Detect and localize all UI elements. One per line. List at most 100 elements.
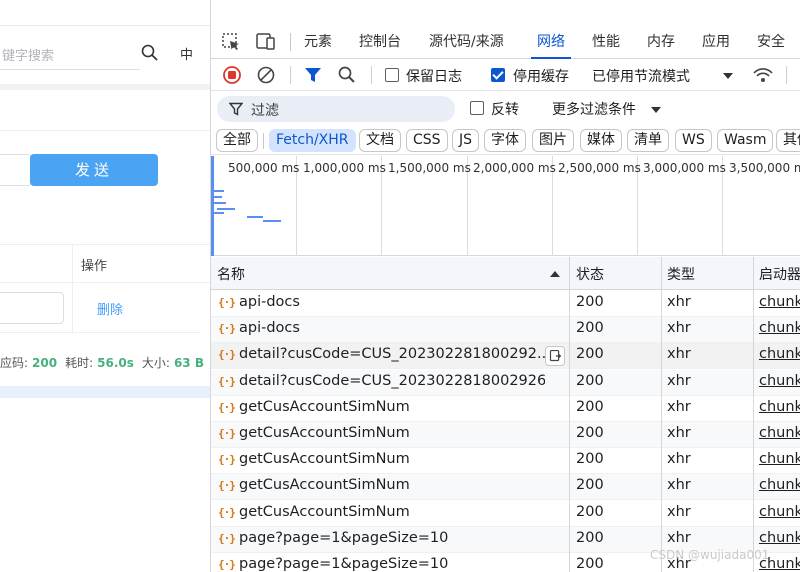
xhr-braces-icon: {·} [218,427,236,440]
search-input[interactable]: 键字搜索 [0,40,140,70]
send-button[interactable]: 发送 [30,154,158,186]
request-url-input[interactable] [0,154,32,186]
watermark: CSDN @wujiada001 [650,548,770,562]
tab-application[interactable]: 应用 [702,25,730,59]
timeline-overview[interactable]: 500,000 ms 1,000,000 ms 1,500,000 ms 2,0… [211,156,800,256]
record-stop-icon[interactable] [222,65,242,85]
status-code-label: 应码: [0,356,29,370]
search-icon[interactable] [140,43,160,63]
type-filter-manifest[interactable]: 清单 [627,129,669,152]
request-initiator[interactable]: chunk [759,425,800,441]
column-header-initiator[interactable]: 启动器 [759,264,800,284]
request-row[interactable]: {·} getCusAccountSimNum 200 xhr chunk [211,422,800,448]
tab-network[interactable]: 网络 [531,25,571,59]
request-type: xhr [667,425,691,441]
column-divider [569,257,570,572]
timeline-tick-label: 500,000 ms [228,161,300,175]
device-toolbar-icon[interactable] [255,32,277,52]
xhr-braces-icon: {·} [218,322,236,336]
request-initiator[interactable]: chunk [759,399,800,415]
type-filter-fetch-xhr[interactable]: Fetch/XHR [269,129,356,152]
throttling-select[interactable]: 已停用节流模式 [592,66,690,86]
type-filter-all[interactable]: 全部 [216,129,258,152]
section-divider [0,84,210,90]
invert-checkbox[interactable] [470,101,484,115]
xhr-braces-icon: {·} [218,348,236,362]
request-status: 200 [576,529,604,546]
timeline-request-bar [217,208,235,210]
network-conditions-icon[interactable] [752,65,774,85]
type-filter-js[interactable]: JS [452,129,480,152]
request-row[interactable]: {·} api-docs 200 xhr chunk [211,317,800,344]
tab-security[interactable]: 安全 [757,25,785,59]
column-header-status[interactable]: 状态 [576,264,604,284]
request-initiator[interactable]: chunk [759,530,800,546]
param-value-input[interactable] [0,292,64,324]
type-filter-other[interactable]: 其他 [776,129,800,152]
filter-funnel-icon[interactable] [304,66,322,84]
timeline-selection-handle[interactable] [211,156,214,256]
disable-cache-checkbox[interactable] [491,68,505,82]
preserve-log-checkbox[interactable] [385,68,399,82]
request-name: api-docs [239,320,300,337]
type-filter-media[interactable]: 媒体 [580,129,622,152]
request-initiator[interactable]: chunk [759,294,800,310]
request-status: 200 [576,398,604,415]
devtools-tab-bar: 元素 控制台 源代码/来源 网络 性能 内存 应用 安全 [211,25,800,59]
tab-console[interactable]: 控制台 [359,25,401,59]
request-initiator[interactable]: chunk [759,320,800,336]
type-filter-img[interactable]: 图片 [532,129,574,152]
left-app-pane: 键字搜索 中 发送 操作 删除 应码: 200 耗时: 56.0s 大小: 63 B [0,0,210,572]
request-initiator[interactable]: chunk [759,346,800,362]
type-filter-css[interactable]: CSS [406,129,448,152]
request-status: 200 [576,320,604,337]
request-row[interactable]: {·} detail?cusCode=CUS_20230228180029264 2… [211,369,800,396]
timeline-request-bar [214,212,224,214]
filter-input[interactable]: 过滤 [217,96,455,122]
request-row[interactable]: {·} getCusAccountSimNum 200 xhr chunk [211,474,800,501]
search-icon[interactable] [337,65,357,85]
timeline-request-bar [214,196,222,198]
network-toolbar: 保留日志 停用缓存 已停用节流模式 [211,59,800,91]
request-status: 200 [576,477,604,494]
request-status: 200 [576,346,604,363]
request-row[interactable]: {·} api-docs 200 xhr chunk [211,291,800,317]
column-header-type[interactable]: 类型 [667,264,695,284]
tab-sources[interactable]: 源代码/来源 [429,25,504,59]
devtools-panel: 元素 控制台 源代码/来源 网络 性能 内存 应用 安全 保留日志 停用缓存 已… [210,0,800,572]
language-switch[interactable]: 中 [180,44,193,63]
tab-performance[interactable]: 性能 [592,25,620,59]
request-row[interactable]: {·} getCusAccountSimNum 200 xhr chunk [211,501,800,527]
inspect-element-icon[interactable] [221,32,241,52]
tab-elements[interactable]: 元素 [304,25,332,59]
request-initiator[interactable]: chunk [759,477,800,493]
chevron-down-icon[interactable] [650,105,662,115]
request-initiator[interactable]: chunk [759,504,800,520]
request-row[interactable]: {·} getCusAccountSimNum 200 xhr chunk [211,448,800,475]
copy-icon[interactable] [545,346,565,367]
chevron-down-icon[interactable] [722,71,734,81]
column-header-name[interactable]: 名称 [217,264,245,284]
sort-ascending-icon[interactable] [549,269,561,279]
more-filters-dropdown[interactable]: 更多过滤条件 [552,99,636,119]
tab-memory[interactable]: 内存 [647,25,675,59]
xhr-braces-icon: {·} [218,374,236,388]
request-initiator[interactable]: chunk [759,373,800,389]
delete-link[interactable]: 删除 [97,299,123,318]
request-initiator[interactable]: chunk [759,451,800,467]
filter-row: 过滤 反转 更多过滤条件 [211,91,800,125]
timeline-request-bar [263,220,281,222]
disable-cache-label: 停用缓存 [513,69,569,85]
clear-icon[interactable] [256,65,276,85]
type-filter-doc[interactable]: 文档 [359,129,401,152]
request-type: xhr [667,294,691,310]
type-filter-ws[interactable]: WS [675,129,712,152]
type-filter-font[interactable]: 字体 [484,129,526,152]
request-name: getCusAccountSimNum [239,451,410,468]
toolbar-separator [371,66,372,84]
xhr-braces-icon: {·} [218,296,236,309]
request-status: 200 [576,425,604,441]
request-row[interactable]: {·} getCusAccountSimNum 200 xhr chunk [211,396,800,422]
type-filter-wasm[interactable]: Wasm [717,129,774,152]
request-row[interactable]: {·} detail?cusCode=CUS_202302281800292...… [211,343,800,370]
